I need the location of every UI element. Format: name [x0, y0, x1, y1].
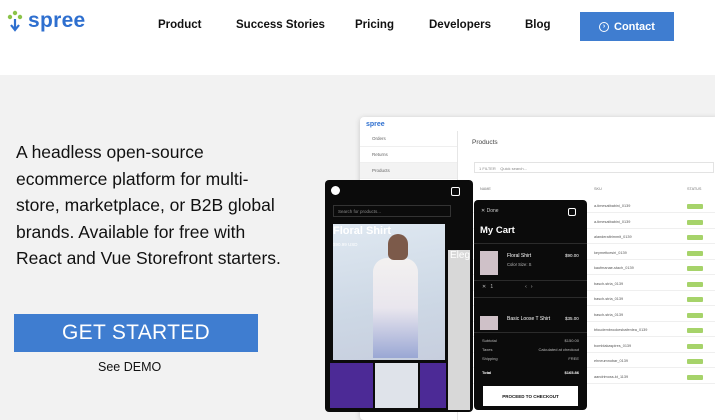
status-badge	[687, 297, 703, 302]
nav-product[interactable]: Product	[158, 19, 201, 31]
quick-search: Quick search...	[500, 166, 527, 171]
sku-cell: basch-stria_0139	[594, 312, 624, 317]
summary-total-value: $165.86	[564, 370, 579, 375]
product-hero-image: Floral Shirt $90.99 USD	[333, 224, 445, 360]
admin-sidebar-item: Products	[360, 163, 457, 179]
store-logo-icon	[331, 186, 340, 195]
hero-tagline: A headless open-source ecommerce platfor…	[16, 142, 281, 268]
cart-item-meta: Color Size: S	[507, 262, 532, 267]
filter-label: 1 FILTER	[479, 166, 496, 171]
admin-page-title: Products	[472, 139, 498, 146]
cart-item-image	[480, 251, 498, 275]
summary-total-label: Total	[482, 370, 492, 375]
sku-cell: basch-stria_0139	[594, 281, 624, 286]
arrow-circle-icon: ›	[599, 21, 610, 32]
sku-cell: a-timesatbabini_0139	[594, 219, 631, 224]
product-title: Floral Shirt	[333, 225, 392, 237]
product-price: $90.99 USD	[333, 242, 358, 247]
status-badge	[687, 281, 703, 287]
divider	[474, 297, 587, 298]
status-badge	[687, 359, 703, 364]
status-badge	[687, 343, 703, 349]
sku-cell: ehneumnobar_0139	[594, 359, 628, 363]
divider	[474, 243, 587, 244]
cart-icon	[568, 208, 576, 216]
sku-cell: a-timesatbabini_0139	[594, 204, 631, 208]
cart-item-price: $35.00	[565, 316, 579, 321]
nav-success-stories[interactable]: Success Stories	[236, 19, 325, 31]
see-demo-link[interactable]: See DEMO	[98, 360, 161, 374]
nav-pricing[interactable]: Pricing	[355, 19, 394, 31]
product-thumbnail	[420, 363, 446, 408]
sku-cell: basch-stria_0139	[594, 297, 624, 301]
summary-label: Shipping	[482, 356, 498, 361]
model-head	[388, 234, 408, 260]
spree-logo-icon	[7, 10, 23, 32]
next-product-preview	[448, 250, 470, 410]
logo-text: spree	[28, 9, 86, 32]
proceed-to-checkout-button: PROCEED TO CHECKOUT	[483, 386, 578, 406]
contact-button[interactable]: › Contact	[580, 12, 674, 41]
nav-developers[interactable]: Developers	[429, 19, 491, 31]
status-badge	[687, 374, 703, 380]
cart-item-name: Basic Loose T Shirt	[507, 316, 551, 322]
column-status: STATUS	[687, 187, 702, 191]
top-navigation: spree Product Success Stories Pricing De…	[0, 0, 715, 75]
get-started-button[interactable]: GET STARTED	[14, 314, 258, 352]
sku-cell: kaufmanae-stach_0139	[594, 266, 634, 270]
nav-blog[interactable]: Blog	[525, 19, 551, 31]
cart-phone-screenshot: ✕ Done My Cart Floral Shirt Color Size: …	[474, 200, 587, 410]
column-sku: SKU	[594, 187, 602, 191]
status-badge	[687, 235, 703, 240]
admin-sidebar-item: Returns	[360, 147, 457, 163]
cart-icon	[451, 187, 460, 196]
summary-label: Subtotal	[482, 338, 497, 343]
status-badge	[687, 312, 703, 318]
admin-filter-bar: 1 FILTER Quick search...	[474, 162, 714, 173]
status-badge	[687, 204, 703, 209]
product-thumbnail	[330, 363, 373, 408]
sku-cell: aandrimoss-kt_1139	[594, 374, 629, 379]
admin-logo: spree	[366, 121, 385, 128]
status-badge	[687, 266, 703, 271]
sku-cell: keymettcesiri_0139	[594, 250, 627, 255]
admin-sidebar-item: Orders	[360, 131, 457, 147]
model-figure	[373, 258, 418, 358]
divider	[474, 332, 587, 333]
status-badge	[687, 250, 703, 256]
next-product-label: Eleg	[450, 250, 471, 261]
cart-close: ✕ Done	[481, 208, 499, 214]
spree-logo[interactable]: spree	[6, 9, 86, 33]
divider	[474, 280, 587, 281]
summary-value: Calculated at checkout	[538, 347, 579, 352]
summary-value: $150.00	[564, 338, 579, 343]
product-thumbnail	[375, 363, 418, 408]
status-badge	[687, 328, 703, 333]
column-name: NAME	[480, 187, 491, 191]
summary-label: Taxes	[482, 347, 493, 352]
cart-title: My Cart	[480, 225, 515, 236]
status-badge	[687, 219, 703, 225]
cart-item-price: $90.00	[565, 253, 579, 258]
cart-item-image	[480, 316, 498, 330]
quantity-stepper: ✕ 1 ‹ ›	[482, 284, 533, 290]
store-search: Search for products...	[333, 205, 451, 217]
storefront-phone-screenshot: Search for products... Floral Shirt $90.…	[325, 180, 473, 412]
cart-item-name: Floral Shirt	[507, 253, 532, 259]
sku-cell: bfoudembrookesbafenlea_0139	[594, 328, 648, 332]
contact-label: Contact	[614, 20, 655, 33]
sku-cell: alanderaltrimmit_0139	[594, 235, 632, 239]
summary-value: FREE	[568, 356, 579, 361]
sku-cell: bomblakaspires_0139	[594, 343, 632, 348]
